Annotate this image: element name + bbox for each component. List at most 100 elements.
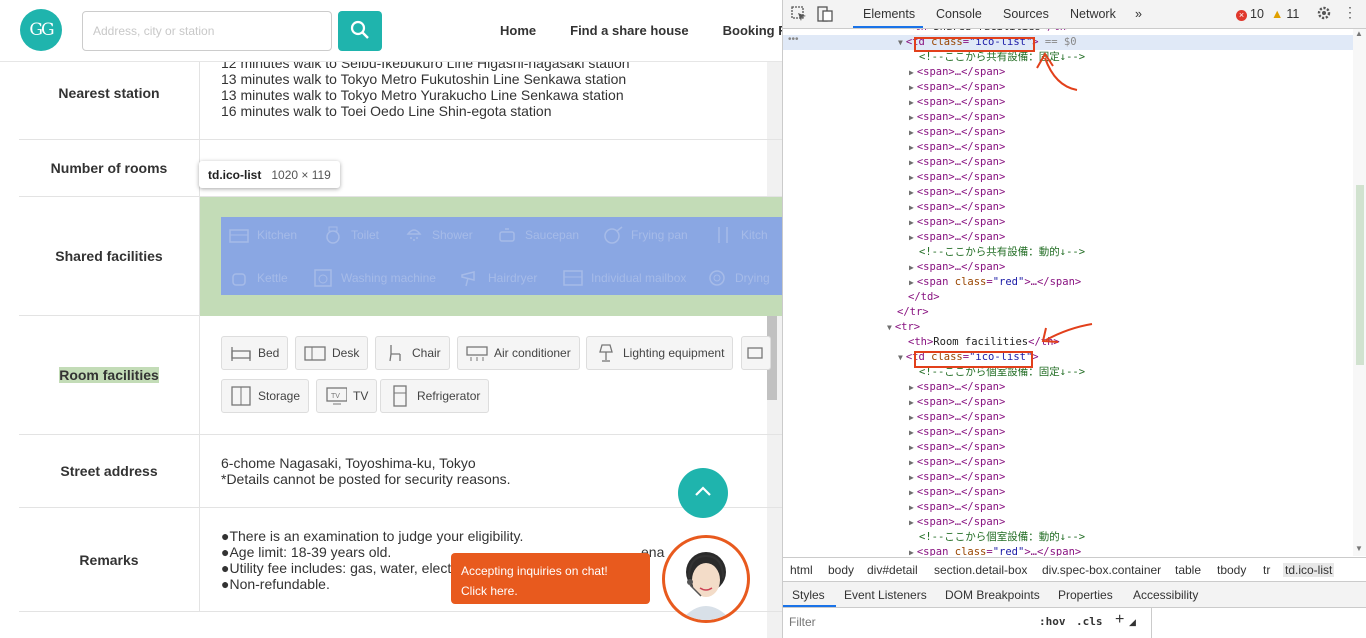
expand-triangle-icon[interactable]: ▶ <box>909 503 914 512</box>
expand-triangle-icon[interactable]: ▶ <box>909 488 914 497</box>
dom-node-line[interactable]: ▶ <span>…</span> <box>909 170 1005 185</box>
collapse-triangle-icon[interactable]: ▼ <box>887 323 892 332</box>
collapse-triangle-icon[interactable]: ▼ <box>898 353 903 362</box>
dom-node-line[interactable]: ▶ <span>…</span> <box>909 215 1005 230</box>
new-style-rule-icon[interactable]: + <box>1115 611 1124 629</box>
expand-triangle-icon[interactable]: ▶ <box>909 218 914 227</box>
nav-find-share-house[interactable]: Find a share house <box>570 23 688 38</box>
dom-node-line[interactable]: </td> <box>908 290 940 305</box>
dom-node-line[interactable]: ▶ <span>…</span> <box>909 395 1005 410</box>
selected-node-ellipsis[interactable]: ••• <box>788 34 799 45</box>
expand-triangle-icon[interactable]: ▶ <box>909 428 914 437</box>
warning-count[interactable]: ▲ 11 <box>1271 7 1299 21</box>
expand-triangle-icon[interactable]: ▶ <box>909 143 914 152</box>
site-logo[interactable]: GG <box>20 9 62 51</box>
dom-node-line[interactable]: ▶ <span>…</span> <box>909 470 1005 485</box>
tab-dom-breakpoints[interactable]: DOM Breakpoints <box>945 588 1040 602</box>
element-state-icon[interactable]: ◢ <box>1129 617 1136 628</box>
chat-prompt-bubble[interactable]: Accepting inquiries on chat! Click here. <box>451 553 650 604</box>
breadcrumb-item[interactable]: tr <box>1263 563 1270 577</box>
dom-node-line[interactable]: ▶ <span>…</span> <box>909 125 1005 140</box>
dom-node-line[interactable]: ▶ <span>…</span> <box>909 140 1005 155</box>
dom-node-line[interactable]: ▶ <span>…</span> <box>909 440 1005 455</box>
dom-node-line[interactable]: ▶ <span>…</span> <box>909 410 1005 425</box>
scroll-up-arrow-icon[interactable]: ▲ <box>1355 29 1363 38</box>
expand-triangle-icon[interactable]: ▶ <box>909 278 914 287</box>
expand-triangle-icon[interactable]: ▶ <box>909 113 914 122</box>
nav-booking[interactable]: Booking F <box>723 23 782 38</box>
dom-node-line[interactable]: ▶ <span>…</span> <box>909 80 1005 95</box>
search-button[interactable] <box>338 11 382 51</box>
expand-triangle-icon[interactable]: ▶ <box>909 383 914 392</box>
dom-node-line[interactable]: ▶ <span>…</span> <box>909 110 1005 125</box>
tab-properties[interactable]: Properties <box>1058 588 1113 602</box>
expand-triangle-icon[interactable]: ▶ <box>909 83 914 92</box>
elements-scrollbar-thumb[interactable] <box>1356 185 1364 365</box>
dom-node-line[interactable]: ▶ <span>…</span> <box>909 230 1005 245</box>
search-input[interactable] <box>82 11 332 51</box>
class-toggle[interactable]: .cls <box>1076 615 1103 628</box>
dom-node-line[interactable]: <!--ここから共有設備：動的↓--> <box>919 245 1085 260</box>
tab-accessibility[interactable]: Accessibility <box>1133 588 1198 602</box>
breadcrumb-item[interactable]: td.ico-list <box>1283 563 1335 577</box>
dom-node-line[interactable]: <th>Room facilities</th> <box>908 335 1060 350</box>
expand-triangle-icon[interactable]: ▶ <box>909 473 914 482</box>
breadcrumb-item[interactable]: div#detail <box>867 563 918 577</box>
breadcrumb-item[interactable]: div.spec-box.container <box>1042 563 1161 577</box>
expand-triangle-icon[interactable]: ▶ <box>909 443 914 452</box>
expand-triangle-icon[interactable]: ▶ <box>909 128 914 137</box>
more-tabs-button[interactable]: » <box>1135 7 1142 21</box>
collapse-triangle-icon[interactable]: ▼ <box>898 38 903 47</box>
chat-operator-avatar[interactable] <box>662 535 750 623</box>
expand-triangle-icon[interactable]: ▶ <box>909 398 914 407</box>
breadcrumb-item[interactable]: tbody <box>1217 563 1246 577</box>
tab-network[interactable]: Network <box>1070 7 1116 21</box>
settings-gear-icon[interactable] <box>1316 5 1332 24</box>
breadcrumb-item[interactable]: table <box>1175 563 1201 577</box>
expand-triangle-icon[interactable]: ▶ <box>909 413 914 422</box>
breadcrumb-item[interactable]: section.detail-box <box>934 563 1027 577</box>
expand-triangle-icon[interactable]: ▶ <box>909 188 914 197</box>
dom-node-line[interactable]: ▶ <span>…</span> <box>909 260 1005 275</box>
dom-node-line[interactable]: ▶ <span>…</span> <box>909 200 1005 215</box>
expand-triangle-icon[interactable]: ▶ <box>909 458 914 467</box>
dom-node-line[interactable]: ▶ <span>…</span> <box>909 485 1005 500</box>
tab-styles[interactable]: Styles <box>792 588 825 602</box>
dom-node-line[interactable]: ▶ <span>…</span> <box>909 95 1005 110</box>
dom-node-line[interactable]: ▶ <span>…</span> <box>909 380 1005 395</box>
more-options-icon[interactable]: ⋮ <box>1343 4 1357 21</box>
expand-triangle-icon[interactable]: ▶ <box>909 158 914 167</box>
nav-home[interactable]: Home <box>500 23 536 38</box>
tab-console[interactable]: Console <box>936 7 982 21</box>
expand-triangle-icon[interactable]: ▶ <box>909 173 914 182</box>
tab-elements[interactable]: Elements <box>863 7 915 21</box>
dom-node-line[interactable]: ▶ <span class="red">…</span> <box>909 545 1081 556</box>
tab-sources[interactable]: Sources <box>1003 7 1049 21</box>
dom-node-line[interactable]: </tr> <box>897 305 929 320</box>
breadcrumb-item[interactable]: html <box>790 563 813 577</box>
dom-node-line[interactable]: ▶ <span>…</span> <box>909 515 1005 530</box>
expand-triangle-icon[interactable]: ▶ <box>909 98 914 107</box>
styles-filter-input[interactable] <box>789 612 1029 632</box>
dom-node-line[interactable]: ▶ <span>…</span> <box>909 185 1005 200</box>
dom-node-line[interactable]: <!--ここから個室設備：動的↓--> <box>919 530 1085 545</box>
dom-node-line[interactable]: ▶ <span>…</span> <box>909 425 1005 440</box>
tab-event-listeners[interactable]: Event Listeners <box>844 588 927 602</box>
dom-node-line[interactable]: ▶ <span>…</span> <box>909 455 1005 470</box>
device-toolbar-icon[interactable] <box>817 6 833 25</box>
scroll-down-arrow-icon[interactable]: ▼ <box>1355 544 1363 553</box>
dom-node-line[interactable]: ▶ <span>…</span> <box>909 155 1005 170</box>
expand-triangle-icon[interactable]: ▶ <box>909 203 914 212</box>
dom-node-line[interactable]: ▶ <span>…</span> <box>909 65 1005 80</box>
breadcrumb-item[interactable]: body <box>828 563 854 577</box>
expand-triangle-icon[interactable]: ▶ <box>909 68 914 77</box>
expand-triangle-icon[interactable]: ▶ <box>909 263 914 272</box>
dom-node-line[interactable]: ▼ <tr> <box>887 320 920 335</box>
dom-node-line[interactable]: ▶ <span class="red">…</span> <box>909 275 1081 290</box>
expand-triangle-icon[interactable]: ▶ <box>909 548 914 556</box>
error-count[interactable]: × 10 <box>1236 7 1264 21</box>
inspect-element-icon[interactable] <box>791 6 807 25</box>
scroll-to-top-button[interactable] <box>678 468 728 518</box>
expand-triangle-icon[interactable]: ▶ <box>909 518 914 527</box>
dom-node-line[interactable]: ▶ <span>…</span> <box>909 500 1005 515</box>
